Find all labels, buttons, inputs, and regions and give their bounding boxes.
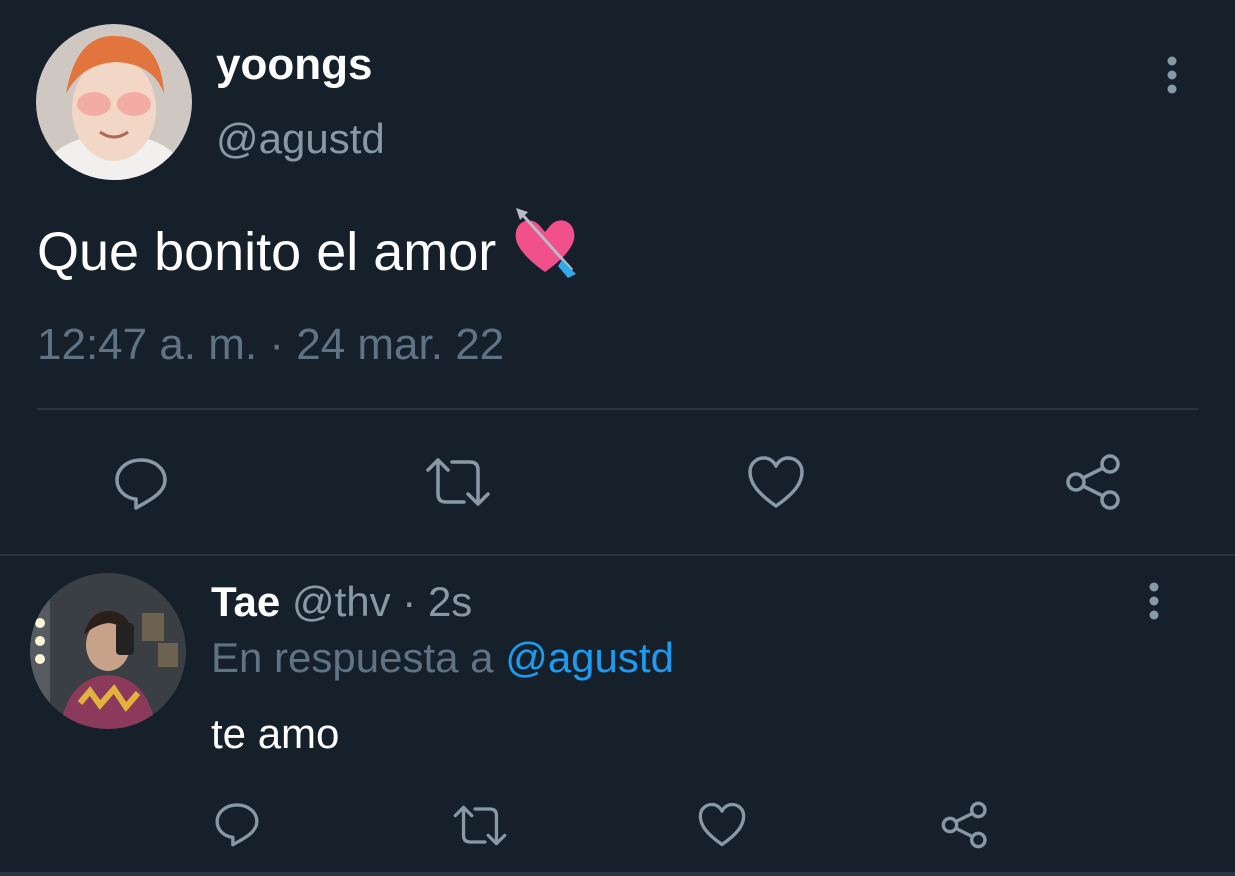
tweet-text: Que bonito el amor xyxy=(37,208,580,293)
reply-text: te amo xyxy=(211,710,340,757)
more-options-icon[interactable] xyxy=(1162,56,1182,96)
reply-time: 2s xyxy=(427,578,473,625)
reply-icon[interactable] xyxy=(213,800,261,848)
retweet-icon[interactable] xyxy=(424,456,492,508)
in-reply-to-mention[interactable]: @agustd xyxy=(505,634,674,681)
in-reply-to-label: En respuesta a xyxy=(211,634,494,681)
avatar-tae[interactable] xyxy=(30,573,186,729)
divider xyxy=(37,408,1198,410)
reply-more-options-icon[interactable] xyxy=(1144,582,1164,622)
like-icon[interactable] xyxy=(746,454,806,510)
retweet-icon[interactable] xyxy=(452,804,508,847)
author-handle[interactable]: @agustd xyxy=(216,115,385,163)
reply-author-name[interactable]: Tae xyxy=(211,578,280,625)
heart-with-arrow-icon xyxy=(510,208,580,293)
author-name[interactable]: yoongs xyxy=(216,40,372,90)
avatar-yoongs[interactable] xyxy=(36,24,192,180)
in-reply-to: En respuesta a @agustd xyxy=(211,634,674,682)
reply-icon[interactable] xyxy=(112,454,170,512)
divider xyxy=(0,554,1235,556)
reply-header: Tae @thv · 2s xyxy=(211,578,472,626)
tweet-timestamp: 12:47 a. m. · 24 mar. 22 xyxy=(37,320,505,369)
avatar-image xyxy=(36,24,192,180)
separator-dot: · xyxy=(402,578,417,625)
share-icon[interactable] xyxy=(940,800,990,850)
like-icon[interactable] xyxy=(697,801,747,848)
share-icon[interactable] xyxy=(1064,452,1124,512)
divider xyxy=(0,872,1235,876)
avatar-image xyxy=(30,573,186,729)
tweet-text-content: Que bonito el amor xyxy=(37,222,497,282)
reply-author-handle[interactable]: @thv xyxy=(292,578,391,625)
